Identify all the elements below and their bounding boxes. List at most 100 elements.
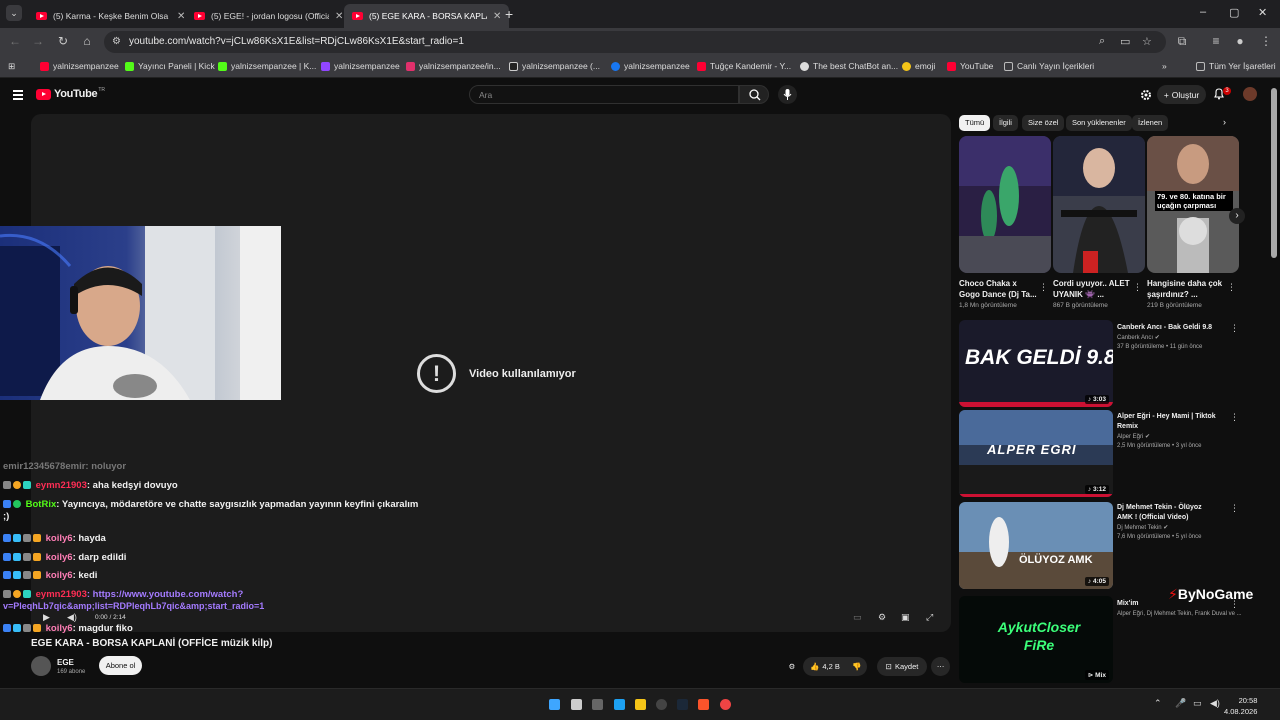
mix-thumbnail[interactable]: AykutCloser FiRe ⊳ Mix	[959, 596, 1113, 683]
reading-list-icon[interactable]: ≡	[1208, 34, 1224, 48]
autoplay-icon[interactable]: ▭	[853, 612, 862, 623]
settings-gear-icon[interactable]	[1140, 88, 1152, 106]
search-input[interactable]: Ara	[469, 85, 739, 104]
microphone-tray-icon[interactable]: 🎤	[1175, 698, 1186, 709]
tab-search-icon[interactable]: ⌄	[6, 5, 22, 21]
bookmark-item[interactable]: The best ChatBot an...	[800, 61, 898, 71]
channel-avatar[interactable]	[31, 656, 51, 676]
search-taskbar-icon[interactable]	[571, 699, 582, 710]
more-options-icon[interactable]: ⋮	[1230, 503, 1239, 514]
bookmark-item[interactable]: yalnizsempanzee	[321, 61, 400, 71]
bookmark-item[interactable]: Tuğçe Kandemir - Y...	[697, 61, 791, 71]
gear-icon[interactable]: ⚙	[785, 657, 799, 676]
dislike-button[interactable]: 👎	[852, 662, 861, 671]
shorts-next-icon[interactable]: ›	[1229, 208, 1245, 224]
video-title[interactable]: Canberk Ancı - Bak Geldi 9.8	[1117, 323, 1217, 333]
start-menu-icon[interactable]	[549, 699, 560, 710]
extensions-icon[interactable]: ⧉	[1174, 34, 1190, 49]
bookmark-item[interactable]: YouTube	[947, 61, 993, 71]
new-tab-button[interactable]: +	[505, 6, 513, 22]
settings-icon[interactable]: ⚙	[878, 612, 886, 623]
tray-expand-icon[interactable]: ⌃	[1154, 698, 1162, 709]
video-title[interactable]: Dj Mehmet Tekin - Ölüyoz AMK ! (Official…	[1117, 503, 1217, 523]
tab-karma[interactable]: (5) Karma - Keşke Benim Olsa ( ✕	[28, 4, 193, 28]
reload-icon[interactable]: ↻	[55, 34, 71, 48]
steam-icon[interactable]	[677, 699, 688, 710]
youtube-logo[interactable]: YouTube TR	[36, 87, 105, 100]
close-tab-icon[interactable]: ✕	[493, 11, 501, 22]
account-avatar[interactable]	[1243, 87, 1257, 101]
hamburger-menu-icon[interactable]	[13, 90, 23, 102]
chip-recent[interactable]: Son yüklenenler	[1066, 115, 1132, 131]
back-icon[interactable]: ←	[7, 34, 23, 48]
site-info-icon[interactable]: ⚙	[112, 36, 121, 47]
more-options-icon[interactable]: ⋮	[1227, 282, 1236, 293]
forward-icon[interactable]: →	[30, 34, 46, 48]
video-channel[interactable]: Dj Mehmet Tekin ✔	[1117, 524, 1168, 531]
video-thumbnail[interactable]: BAK GELDİ 9.8 ♪ 3:03	[959, 320, 1113, 407]
close-tab-icon[interactable]: ✕	[335, 11, 343, 22]
system-clock[interactable]: 20:58 4.08.2026	[1224, 695, 1257, 717]
chip-watched[interactable]: İzlenen	[1132, 115, 1169, 131]
short-thumbnail[interactable]	[959, 136, 1051, 273]
short-title[interactable]: Hangisine daha çok şaşırdınız? ...	[1147, 278, 1225, 300]
home-icon[interactable]: ⌂	[79, 34, 95, 48]
close-window-button[interactable]: ✕	[1258, 6, 1267, 19]
bookmark-item[interactable]: emoji	[902, 61, 935, 71]
more-options-icon[interactable]: ⋮	[1230, 323, 1239, 334]
bookmark-item[interactable]: Yayıncı Paneli | Kick	[125, 61, 215, 71]
bookmark-item[interactable]: yalnizsempanzee	[611, 61, 690, 71]
menu-kebab-icon[interactable]: ⋮	[1258, 34, 1274, 48]
chrome-icon[interactable]	[720, 699, 731, 710]
all-bookmarks-folder[interactable]: Tüm Yer İşaretleri	[1196, 61, 1276, 71]
apps-grid-icon[interactable]: ⊞	[8, 61, 15, 72]
subscribe-button[interactable]: Abone ol	[99, 656, 142, 675]
short-thumbnail[interactable]: 79. ve 80. katına bir uçağın çarpması	[1147, 136, 1239, 273]
zoom-icon[interactable]: ⌕	[1099, 35, 1105, 48]
bookmark-item[interactable]: yalnizsempanzee (...	[509, 61, 600, 71]
widgets-icon[interactable]	[614, 699, 625, 710]
like-button[interactable]: 👍 4,2 B	[810, 662, 840, 671]
file-explorer-icon[interactable]	[635, 699, 646, 710]
maximize-button[interactable]: ▢	[1229, 6, 1239, 19]
profile-icon[interactable]: ●	[1232, 34, 1248, 48]
page-scrollbar[interactable]	[1271, 88, 1277, 258]
chevron-right-icon[interactable]: ›	[1223, 117, 1226, 127]
channel-name[interactable]: EGE	[57, 658, 74, 667]
task-view-icon[interactable]	[592, 699, 603, 710]
video-title[interactable]: Alper Eğri - Hey Mami | Tiktok Remix	[1117, 412, 1217, 432]
fullscreen-icon[interactable]: ⤢	[926, 612, 933, 623]
save-button[interactable]: ⊡ Kaydet	[877, 657, 927, 676]
video-thumbnail[interactable]: ALPER EGRI ♪ 3:12	[959, 410, 1113, 497]
more-options-icon[interactable]: ⋮	[1039, 282, 1048, 293]
video-channel[interactable]: Canberk Ancı ✔	[1117, 334, 1160, 341]
chip-related[interactable]: İlgili	[993, 115, 1018, 131]
bookmark-item[interactable]: yalnizsempanzee	[40, 61, 119, 71]
short-thumbnail[interactable]	[1053, 136, 1145, 273]
volume-tray-icon[interactable]: ◀)	[1210, 698, 1220, 709]
search-button[interactable]	[739, 85, 769, 104]
minimize-button[interactable]: –	[1200, 6, 1206, 18]
more-bookmarks-icon[interactable]: »	[1162, 61, 1167, 71]
play-icon[interactable]: ▶	[43, 612, 50, 623]
bookmark-star-icon[interactable]: ☆	[1142, 35, 1152, 48]
video-channel[interactable]: Alper Eğri ✔	[1117, 433, 1150, 440]
bookmark-item[interactable]: yalnizsempanzee | K...	[218, 61, 316, 71]
address-bar[interactable]: ⚙ youtube.com/watch?v=jCLw86KsX1E&list=R…	[104, 31, 1166, 53]
bookmark-item[interactable]: yalnizsempanzee/in...	[406, 61, 501, 71]
cast-icon[interactable]: ▭	[1120, 35, 1130, 48]
chip-all[interactable]: Tümü	[959, 115, 991, 131]
create-button[interactable]: + Oluştur	[1157, 85, 1206, 104]
network-icon[interactable]: ▭	[1193, 698, 1202, 709]
more-actions-icon[interactable]: ⋯	[931, 657, 950, 676]
short-title[interactable]: Cordi uyuyor.. ALET UYANIK 👾 ...	[1053, 278, 1131, 300]
bookmark-folder[interactable]: Canlı Yayın İçerikleri	[1004, 61, 1094, 71]
voice-search-button[interactable]	[778, 85, 797, 104]
theater-mode-icon[interactable]: ▣	[901, 612, 910, 623]
obs-icon[interactable]	[656, 699, 667, 710]
more-options-icon[interactable]: ⋮	[1230, 412, 1239, 423]
short-title[interactable]: Choco Chaka x Gogo Dance (Dj Ta...	[959, 278, 1037, 300]
more-options-icon[interactable]: ⋮	[1133, 282, 1142, 293]
close-tab-icon[interactable]: ✕	[177, 11, 185, 22]
video-thumbnail[interactable]: ÖLÜYOZ AMK ♪ 4:05	[959, 502, 1113, 589]
